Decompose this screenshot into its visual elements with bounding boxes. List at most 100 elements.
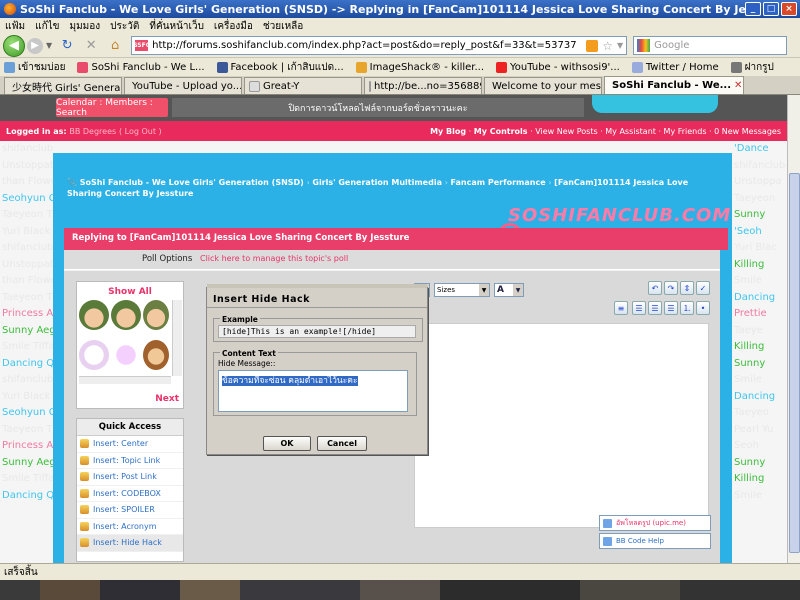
next-emoticons-link[interactable]: Next (155, 394, 179, 404)
browser-tab[interactable]: 少女時代 Girls' Genera... (4, 77, 122, 94)
browser-tab[interactable]: Welcome to your mes... (484, 77, 602, 94)
logged-in-info: Logged in as: BB Degrees ( Log Out ) (6, 126, 162, 136)
redo-icon[interactable]: ↷ (664, 281, 678, 295)
page-scrollbar[interactable] (787, 95, 800, 563)
bookmark-item[interactable]: Twitter / Home (631, 61, 719, 73)
username-link[interactable]: BB Degrees (69, 127, 116, 136)
logout-link[interactable]: ( Log Out ) (119, 127, 162, 136)
font-color-select[interactable]: A ▼ (494, 283, 524, 297)
bookmark-item[interactable]: ฝากรูป (730, 60, 774, 75)
cancel-button[interactable]: Cancel (317, 436, 367, 451)
bookmark-item[interactable]: เข้าชมบ่อย (4, 60, 65, 75)
undo-icon[interactable]: ↶ (648, 281, 662, 295)
background-name: Seoh (734, 440, 759, 451)
insert-spoiler-item[interactable]: Insert: SPOILER (77, 502, 183, 519)
url-bar[interactable]: SSFC http://forums.soshifanclub.com/inde… (131, 36, 628, 55)
emoticon-soldier[interactable] (79, 300, 109, 330)
menu-view[interactable]: มุมมอง (65, 19, 106, 34)
browser-tab[interactable]: Great-Y (244, 77, 362, 94)
upload-image-link[interactable]: อัพโหลดรูป (upic.me) (599, 515, 711, 531)
show-all-emoticons-link[interactable]: Show All (77, 287, 183, 297)
insert-codebox-item[interactable]: Insert: CODEBOX (77, 486, 183, 502)
menu-history[interactable]: ประวัติ (105, 19, 144, 34)
breadcrumb-link[interactable]: SoShi Fanclub - We Love Girls' Generatio… (80, 178, 304, 187)
emoticon-soldier[interactable] (111, 300, 141, 330)
bookmark-item[interactable]: ImageShack® - killer... (355, 61, 484, 73)
minimize-button[interactable]: _ (745, 2, 761, 16)
breadcrumb-link[interactable]: Girls' Generation Multimedia (312, 178, 442, 187)
align-right-icon[interactable]: ☰ (664, 301, 678, 315)
imageshack-icon (355, 61, 367, 73)
menu-help[interactable]: ช่วยเหลือ (258, 19, 308, 34)
menu-edit[interactable]: แก้ไข (30, 19, 64, 34)
stop-icon[interactable]: ✕ (82, 37, 100, 55)
emoticon-blob[interactable] (111, 340, 141, 370)
home-icon[interactable]: ⌂ (106, 37, 124, 55)
insert-icon (80, 439, 89, 449)
emoticon-monkey[interactable] (143, 340, 169, 370)
menu-tools[interactable]: เครื่องมือ (209, 19, 258, 34)
browser-tab[interactable]: YouTube - Upload yo... (124, 77, 242, 94)
url-text[interactable]: http://forums.soshifanclub.com/index.php… (152, 40, 582, 51)
hide-message-input[interactable]: ข้อความที่จะซ่อน คลุมดำเอาไว้นะคะ (218, 370, 408, 412)
post-textarea[interactable] (414, 323, 709, 528)
forward-button[interactable]: ▶ (27, 37, 43, 54)
bookmark-item[interactable]: YouTube - withsosi9'... (496, 61, 620, 73)
calendar-members-search-button[interactable]: Calendar : Members : Search (56, 98, 168, 118)
insert-hide-hack-item[interactable]: Insert: Hide Hack (77, 535, 183, 552)
bullet-list-icon[interactable]: • (696, 301, 710, 315)
align-left-icon[interactable]: ☰ (632, 301, 646, 315)
my-friends-link[interactable]: My Friends (664, 127, 707, 136)
back-button[interactable]: ◀ (3, 34, 25, 57)
bbcode-help-link[interactable]: BB Code Help (599, 533, 711, 549)
numbered-list-icon[interactable]: ⒈ (680, 301, 694, 315)
search-placeholder: Google (654, 40, 690, 51)
google-icon[interactable] (637, 39, 651, 52)
size-select[interactable]: Sizes ▼ (434, 283, 490, 297)
close-window-button[interactable]: × (781, 2, 797, 16)
ok-button[interactable]: OK (263, 436, 311, 451)
insert-topic-link-item[interactable]: Insert: Topic Link (77, 453, 183, 469)
background-name: Smile (734, 374, 762, 385)
emoticon-hscrollbar[interactable] (79, 376, 171, 384)
rss-icon[interactable] (586, 39, 599, 52)
bookmark-icon (77, 61, 89, 73)
bookmark-star-icon[interactable]: ☆ (602, 39, 613, 53)
new-messages-link[interactable]: 0 New Messages (714, 127, 781, 136)
url-dropdown-icon[interactable]: ▼ (617, 41, 623, 50)
insert-post-link-item[interactable]: Insert: Post Link (77, 469, 183, 486)
resize-icon[interactable]: ⇕ (680, 281, 694, 295)
dialog-title: Insert Hide Hack (207, 288, 427, 308)
taskbar-region (180, 580, 240, 600)
emoticon-scrollbar[interactable] (172, 300, 182, 376)
search-input[interactable]: Google (633, 36, 788, 55)
align-center-icon[interactable]: ☰ (648, 301, 662, 315)
my-assistant-link[interactable]: My Assistant (605, 127, 656, 136)
header-decoration (592, 95, 718, 113)
manage-poll-link[interactable]: Click here to manage this topic's poll (200, 254, 348, 263)
insert-acronym-item[interactable]: Insert: Acronym (77, 519, 183, 535)
history-dropdown-icon[interactable]: ▼ (46, 41, 52, 50)
poll-options-label: Poll Options (142, 254, 193, 264)
emoticon-sheep[interactable] (79, 340, 109, 370)
breadcrumb-link[interactable]: Fancam Performance (451, 178, 546, 187)
my-blog-link[interactable]: My Blog (430, 127, 466, 136)
menu-file[interactable]: แฟ้ม (0, 19, 30, 34)
maximize-button[interactable]: □ (763, 2, 779, 16)
spellcheck-icon[interactable]: ✓ (696, 281, 710, 295)
insert-hide-hack-dialog: Insert Hide Hack Example [hide]This is a… (206, 284, 428, 455)
browser-tab[interactable]: http://be...no=356889 (364, 77, 482, 94)
close-tab-icon[interactable]: ✕ (734, 80, 742, 91)
page-scrollbar-thumb[interactable] (789, 173, 800, 553)
emoticon-soldier[interactable] (143, 300, 169, 330)
bookmark-item[interactable]: SoShi Fanclub - We L... (77, 61, 205, 73)
menu-bookmarks[interactable]: ที่คั่นหน้าเว็บ (144, 19, 209, 34)
tab-favicon (369, 80, 371, 92)
align-justify-icon[interactable]: ≡ (614, 301, 628, 315)
view-new-posts-link[interactable]: View New Posts (535, 127, 597, 136)
reload-icon[interactable]: ↻ (58, 37, 76, 55)
my-controls-link[interactable]: My Controls (474, 127, 528, 136)
bookmark-item[interactable]: Facebook | เก้าสิบแปด... (216, 60, 344, 75)
insert-center-item[interactable]: Insert: Center (77, 436, 183, 453)
browser-tab-active[interactable]: SoShi Fanclub - We... ✕ (604, 76, 744, 94)
